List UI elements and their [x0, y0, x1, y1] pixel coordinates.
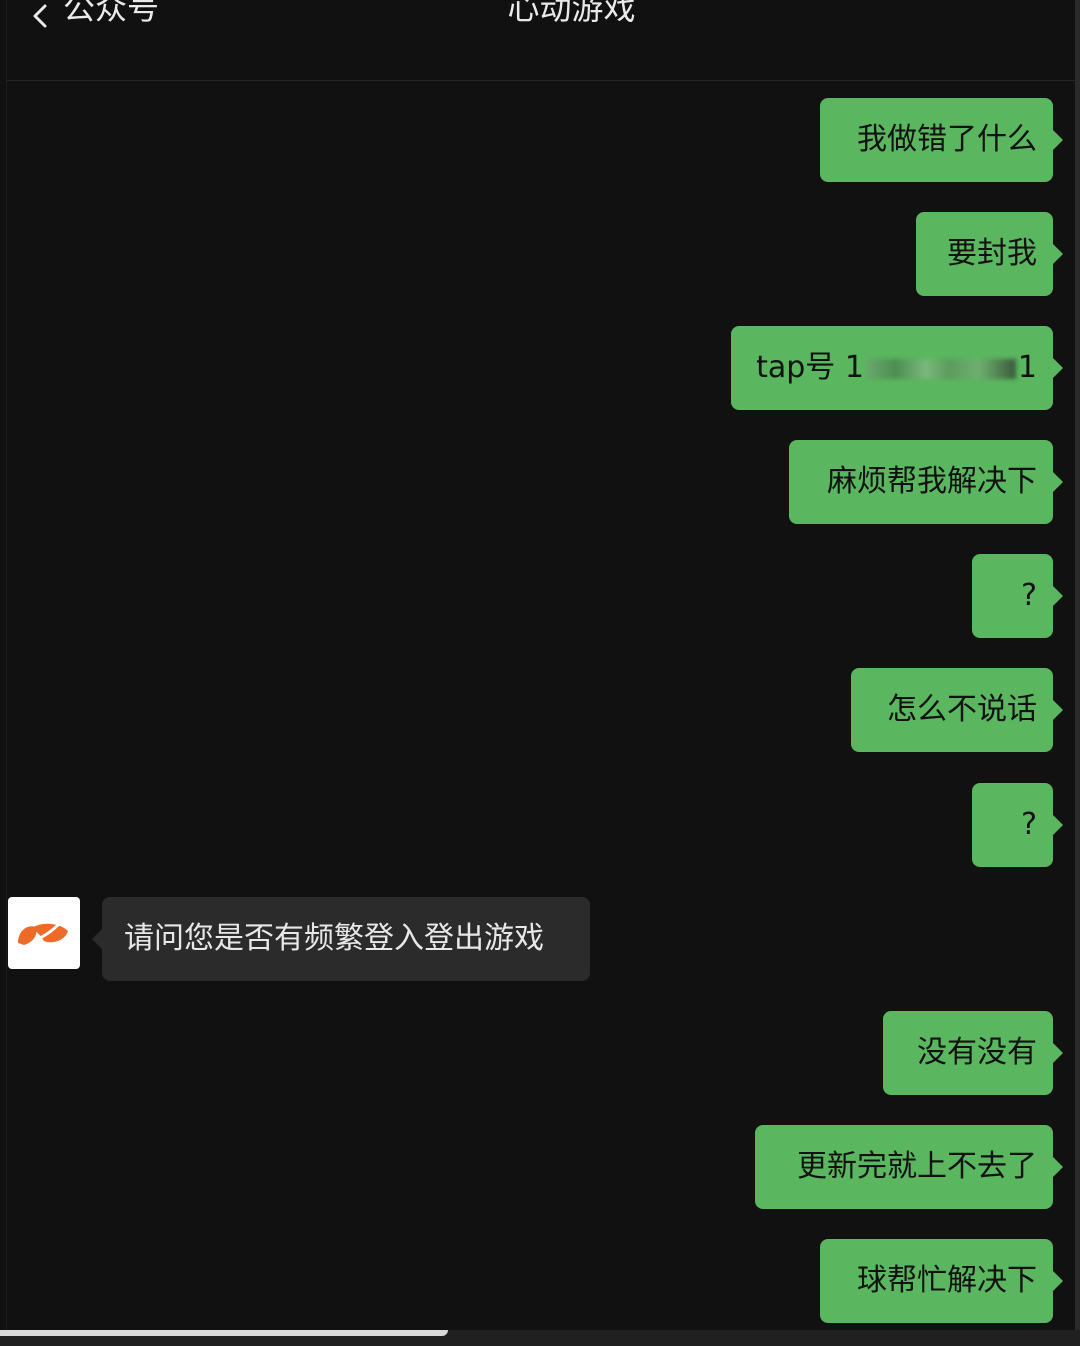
message-bubble-sent[interactable]: 没有没有 — [883, 1011, 1063, 1095]
message-bubble-sent[interactable]: 更新完就上不去了 — [755, 1125, 1063, 1209]
window-edge-bottom — [0, 1330, 1080, 1346]
message-bubble-sent[interactable]: 要封我 — [916, 212, 1063, 296]
redaction-blur — [865, 358, 1016, 379]
official-account-avatar[interactable] — [8, 897, 80, 969]
message-bubble-sent[interactable]: 麻烦帮我解决下 — [789, 440, 1063, 524]
chat-header: 公众号 心动游戏 — [7, 0, 1076, 81]
message-bubble-sent[interactable]: 球帮忙解决下 — [820, 1239, 1063, 1323]
message-bubble-sent[interactable]: ? — [972, 554, 1063, 638]
message-bubble-sent[interactable]: 怎么不说话 — [851, 668, 1063, 752]
message-text-prefix: tap号 1 — [756, 350, 864, 385]
chat-title: 心动游戏 — [507, 0, 636, 27]
home-indicator-bar — [0, 1330, 448, 1336]
message-bubble-sent[interactable]: ? — [972, 783, 1063, 867]
message-bubble-received[interactable]: 请问您是否有频繁登入登出游戏 — [92, 897, 590, 981]
message-bubble-sent[interactable]: 我做错了什么 — [820, 98, 1063, 182]
chat-window: 公众号 心动游戏 我做错了什么 要封我 tap号 1 1 麻烦帮我解决下 ? 怎么… — [6, 0, 1077, 1330]
message-text-suffix: 1 — [1017, 350, 1037, 385]
xd-logo-icon — [18, 923, 68, 945]
message-bubble-sent-redacted[interactable]: tap号 1 1 — [731, 326, 1063, 410]
window-edge-right — [1075, 0, 1080, 1346]
